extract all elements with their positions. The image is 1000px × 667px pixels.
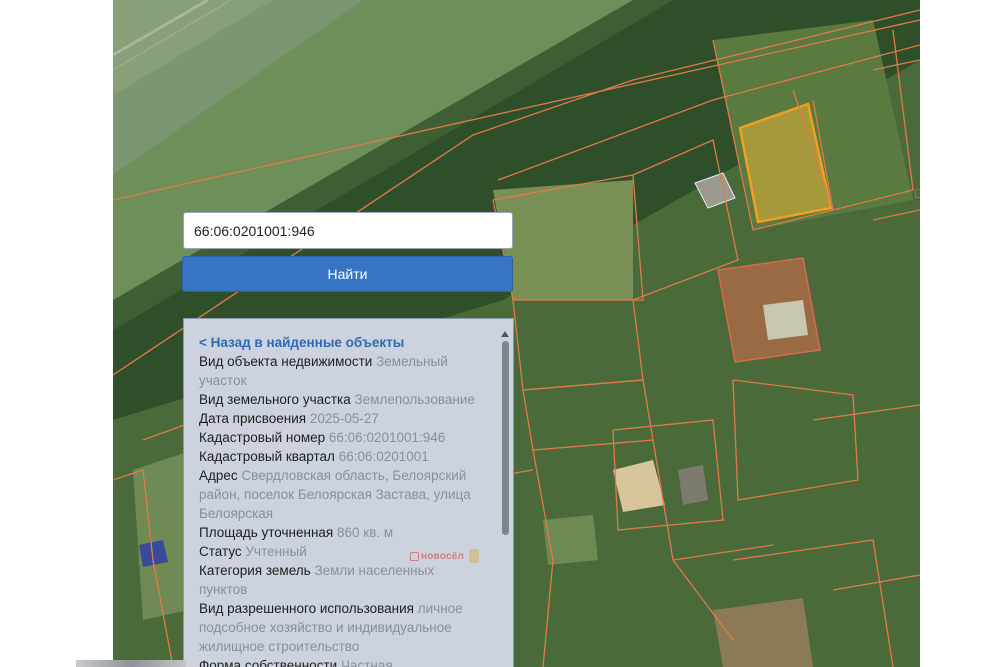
- watermark-house-icon: [915, 188, 920, 198]
- panel-scrollbar[interactable]: [501, 331, 510, 661]
- back-to-results-link[interactable]: < Назад в найденные объекты: [199, 333, 484, 352]
- watermark-house-icon: [410, 551, 419, 561]
- info-row-object-type: Вид объекта недвижимости Земельный участ…: [199, 352, 484, 390]
- row-label: Форма собственности: [199, 658, 338, 667]
- scroll-up-arrow-icon[interactable]: [501, 331, 509, 337]
- row-value: Землепользование: [354, 392, 475, 407]
- info-row-ownership: Форма собственности Частная: [199, 656, 484, 667]
- row-label: Дата присвоения: [199, 411, 307, 426]
- parcel-info-content: < Назад в найденные объекты Вид объекта …: [199, 333, 484, 667]
- row-label: Вид земельного участка: [199, 392, 351, 407]
- watermark-center: новосёл: [410, 549, 480, 563]
- info-row-land-category: Категория земель Земли населенных пункто…: [199, 561, 484, 599]
- row-label: Категория земель: [199, 563, 311, 578]
- row-label: Адрес: [199, 468, 238, 483]
- info-row-parcel-type: Вид земельного участка Землепользование: [199, 390, 484, 409]
- info-row-assign-date: Дата присвоения 2025-05-27: [199, 409, 484, 428]
- row-value: Свердловская область, Белоярский район, …: [199, 468, 471, 521]
- info-row-address: Адрес Свердловская область, Белоярский р…: [199, 466, 484, 523]
- info-row-cadastral-number: Кадастровый номер 66:06:0201001:946: [199, 428, 484, 447]
- row-label: Кадастровый номер: [199, 430, 326, 445]
- row-label: Статус: [199, 544, 242, 559]
- info-row-cadastral-quarter: Кадастровый квартал 66:06:0201001: [199, 447, 484, 466]
- row-label: Вид разрешенного использования: [199, 601, 414, 616]
- info-row-permitted-use: Вид разрешенного использования личное по…: [199, 599, 484, 656]
- cadastral-search-input[interactable]: [183, 212, 513, 249]
- row-label: Кадастровый квартал: [199, 449, 335, 464]
- row-value: 2025-05-27: [309, 411, 379, 426]
- scrollbar-thumb[interactable]: [502, 341, 509, 535]
- info-row-area: Площадь уточненная 860 кв. м: [199, 523, 484, 542]
- search-button[interactable]: Найти: [182, 256, 513, 292]
- row-value: Частная: [340, 658, 393, 667]
- row-value: 66:06:0201001: [338, 449, 429, 464]
- watermark-text: новосёл: [421, 550, 465, 562]
- bottom-edge-strip: [76, 660, 186, 667]
- row-label: Площадь уточненная: [199, 525, 334, 540]
- row-value: 66:06:0201001:946: [328, 430, 446, 445]
- row-value: 860 кв. м: [337, 525, 394, 540]
- row-label: Вид объекта недвижимости: [199, 354, 373, 369]
- row-value: Учтенный: [245, 544, 307, 559]
- watermark-right: новосёл: [915, 186, 920, 200]
- parcel-info-panel: < Назад в найденные объекты Вид объекта …: [183, 318, 514, 667]
- watermark-badge-icon: [469, 549, 480, 563]
